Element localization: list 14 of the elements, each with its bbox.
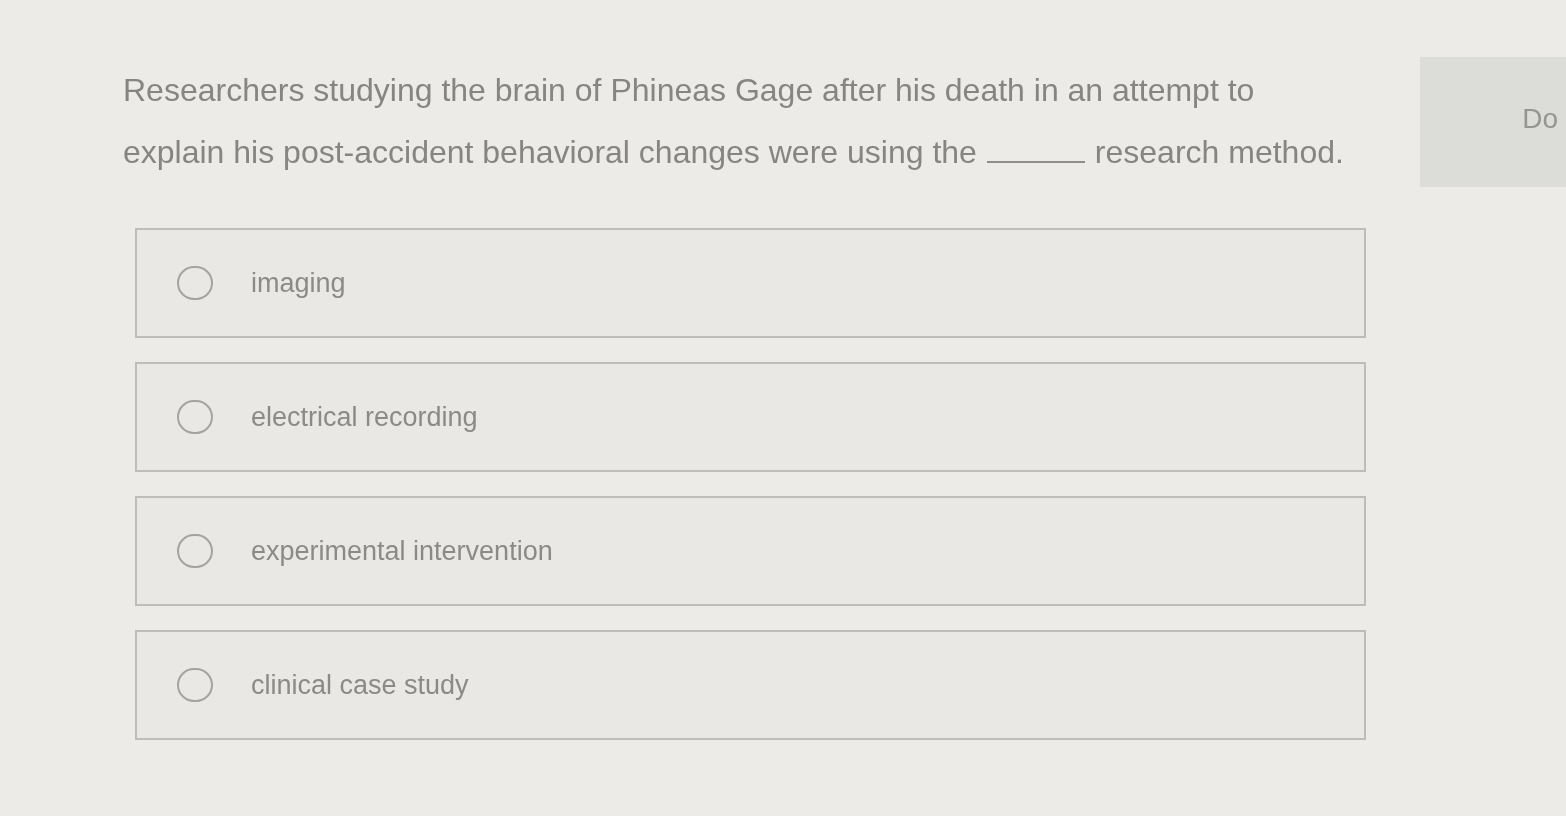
option-label: imaging <box>251 266 346 300</box>
option-label: electrical recording <box>251 400 478 434</box>
side-button[interactable]: Do <box>1420 57 1566 187</box>
answer-option[interactable]: electrical recording <box>135 362 1366 472</box>
radio-button[interactable] <box>177 668 213 702</box>
option-label: clinical case study <box>251 668 469 702</box>
radio-button[interactable] <box>177 534 213 568</box>
answer-option[interactable]: imaging <box>135 228 1366 338</box>
answer-option[interactable]: clinical case study <box>135 630 1366 740</box>
option-label: experimental intervention <box>251 534 553 568</box>
question-text: Researchers studying the brain of Phineas Gage after his death in an attempt to explain his post-accident behavioral changes were using the research method. <box>123 71 1345 172</box>
answer-option[interactable]: experimental intervention <box>135 496 1366 606</box>
radio-button[interactable] <box>177 400 213 434</box>
radio-button[interactable] <box>177 266 213 300</box>
